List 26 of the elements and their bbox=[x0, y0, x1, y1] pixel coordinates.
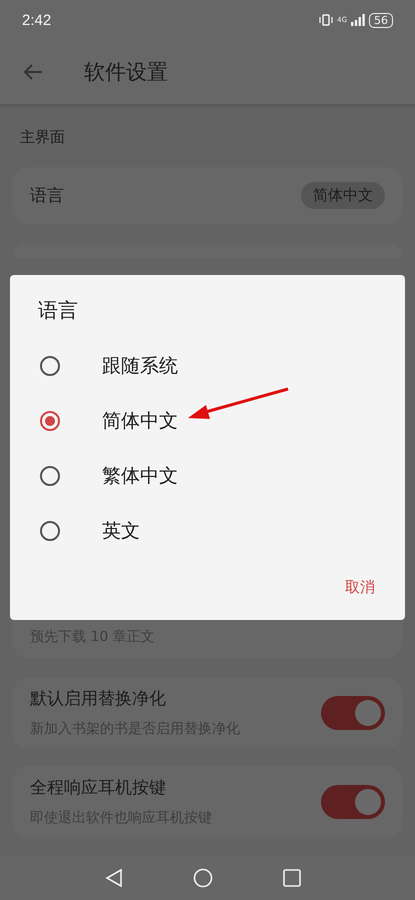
dialog-title: 语言 bbox=[37, 297, 79, 324]
back-nav-icon[interactable] bbox=[104, 868, 122, 888]
setting-card[interactable]: 语言 简体中文 bbox=[12, 167, 403, 224]
setting-title: 全程响应耳机按键 bbox=[30, 777, 167, 800]
signal-icon bbox=[351, 14, 365, 26]
toggle-switch[interactable] bbox=[321, 784, 385, 819]
vibrate-icon bbox=[319, 14, 334, 26]
radio-button[interactable] bbox=[40, 410, 60, 430]
radio-button[interactable] bbox=[40, 466, 60, 486]
setting-title: 默认启用替换净化 bbox=[30, 688, 167, 710]
recents-icon[interactable] bbox=[282, 868, 300, 886]
option-label[interactable]: 简体中文 bbox=[102, 408, 178, 434]
setting-title: 语言 bbox=[30, 184, 64, 207]
toggle-switch[interactable] bbox=[321, 696, 385, 730]
radio-button[interactable] bbox=[40, 356, 60, 376]
option-label[interactable]: 繁体中文 bbox=[102, 462, 178, 488]
section-header: 主界面 bbox=[19, 127, 66, 148]
cancel-button[interactable]: 取消 bbox=[337, 572, 383, 603]
battery-level: 56 bbox=[369, 12, 393, 28]
option-label[interactable]: 英文 bbox=[102, 518, 140, 544]
status-time: 2:42 bbox=[22, 12, 52, 28]
page-title: 软件设置 bbox=[84, 59, 168, 86]
home-icon[interactable] bbox=[192, 868, 212, 888]
value-chip: 简体中文 bbox=[301, 182, 385, 209]
option-label[interactable]: 跟随系统 bbox=[102, 352, 178, 378]
radio-button[interactable] bbox=[40, 520, 60, 540]
